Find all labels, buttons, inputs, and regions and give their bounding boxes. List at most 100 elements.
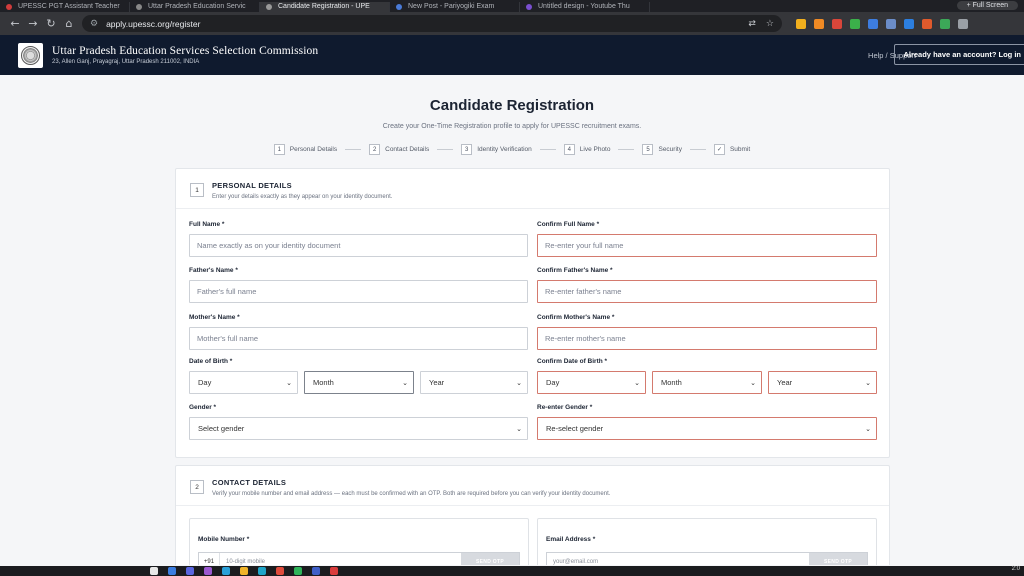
- back-arrow-icon[interactable]: ←: [6, 15, 24, 33]
- step-divider: [539, 149, 556, 150]
- browser-tab[interactable]: New Post - Pariyogiki Exam: [390, 2, 520, 12]
- dob-month-select[interactable]: Month ⌄: [304, 371, 414, 394]
- taskbar-app-icon[interactable]: [312, 567, 320, 575]
- extension-icon[interactable]: [886, 18, 896, 29]
- extension-icon[interactable]: [832, 18, 842, 29]
- login-button[interactable]: Already have an account? Log in: [894, 44, 1024, 65]
- taskbar-app-icon[interactable]: [168, 567, 176, 575]
- confirm-mother-name-field: Confirm Mother's Name * Re-enter mother'…: [537, 314, 877, 350]
- gender-label: Gender *: [189, 404, 217, 411]
- taskbar-app-icon[interactable]: [150, 567, 158, 575]
- org-name: Uttar Pradesh Education Services Selecti…: [52, 45, 319, 57]
- gender-field: Gender * Select gender ⌄: [189, 404, 528, 440]
- step-security: 5 Security: [642, 144, 682, 155]
- step-identity: 3 Identity Verification: [461, 144, 532, 155]
- mother-name-field: Mother's Name * Mother's full name: [189, 314, 528, 350]
- taskbar-app-icon[interactable]: [222, 567, 230, 575]
- chevron-down-icon: ⌄: [865, 424, 871, 433]
- browser-tab[interactable]: Untitled design - Youtube Thu: [520, 2, 650, 12]
- tab-favicon-icon: [136, 4, 142, 10]
- registration-page: Candidate Registration Create your One-T…: [0, 75, 1024, 565]
- taskbar-app-icon[interactable]: [276, 567, 284, 575]
- confirm-dob-day-select[interactable]: Day ⌄: [537, 371, 646, 394]
- step-divider: [689, 149, 706, 150]
- chevron-down-icon: ⌄: [634, 378, 640, 387]
- chevron-down-icon: ⌄: [402, 378, 408, 387]
- extension-icon[interactable]: [904, 18, 914, 29]
- dob-day-select[interactable]: Day ⌄: [189, 371, 298, 394]
- email-input[interactable]: your@email.com: [547, 559, 809, 565]
- step-submit: ✓ Submit: [713, 144, 750, 155]
- extension-icon[interactable]: [922, 18, 932, 29]
- confirm-father-name-input[interactable]: Re-enter father's name: [537, 280, 877, 303]
- confirm-full-name-label: Confirm Full Name *: [537, 221, 600, 228]
- extension-icon[interactable]: [850, 18, 860, 29]
- confirm-gender-field: Re-enter Gender * Re-select gender ⌄: [537, 404, 877, 440]
- taskbar-app-icon[interactable]: [204, 567, 212, 575]
- full-name-field: Full Name * Name exactly as on your iden…: [189, 221, 528, 257]
- chevron-down-icon: ⌄: [516, 378, 522, 387]
- browser-tab-active[interactable]: Candidate Registration - UPE: [260, 2, 390, 12]
- browser-toolbar: ← → ↻ ⌂ ⚙ apply.upessc.org/register ⇄ ☆: [0, 12, 1024, 35]
- extensions-puzzle-icon[interactable]: [958, 18, 968, 29]
- mobile-label: Mobile Number *: [198, 536, 250, 543]
- dob-field: Date of Birth * Day ⌄ Month ⌄ Year ⌄: [189, 358, 528, 394]
- os-taskbar: 2:0: [0, 566, 1024, 576]
- email-send-otp-button[interactable]: SEND OTP: [809, 553, 867, 565]
- email-box: Email Address * your@email.com SEND OTP: [537, 518, 877, 565]
- registration-stepper: 1 Personal Details 2 Contact Details 3 Iden…: [0, 144, 1024, 155]
- translate-icon[interactable]: ⇄: [748, 19, 756, 29]
- bookmark-star-icon[interactable]: ☆: [766, 19, 774, 29]
- full-name-input[interactable]: Name exactly as on your identity documen…: [189, 234, 528, 257]
- taskbar-app-icon[interactable]: [294, 567, 302, 575]
- amazon-extension-icon[interactable]: [814, 18, 824, 29]
- confirm-dob-year-select[interactable]: Year ⌄: [768, 371, 877, 394]
- home-icon[interactable]: ⌂: [60, 15, 78, 33]
- seal-icon: [21, 45, 40, 65]
- step-divider: [618, 149, 635, 150]
- address-url[interactable]: apply.upessc.org/register: [106, 19, 738, 29]
- section-number: 1: [190, 183, 204, 197]
- browser-tab[interactable]: UPESSC PGT Assistant Teacher: [0, 2, 130, 12]
- org-address: 23, Allen Ganj, Prayagraj, Uttar Pradesh…: [52, 59, 200, 65]
- confirm-full-name-input[interactable]: Re-enter your full name: [537, 234, 877, 257]
- chevron-down-icon: ⌄: [286, 378, 292, 387]
- confirm-gender-select[interactable]: Re-select gender ⌄: [537, 417, 877, 440]
- personal-details-header: 1 PERSONAL DETAILS Enter your details ex…: [176, 169, 889, 209]
- address-bar[interactable]: ⚙ apply.upessc.org/register ⇄ ☆: [82, 15, 782, 32]
- mother-name-input[interactable]: Mother's full name: [189, 327, 528, 350]
- contact-details-header: 2 CONTACT DETAILS Verify your mobile num…: [176, 466, 889, 506]
- section-title: PERSONAL DETAILS: [212, 181, 292, 190]
- email-label: Email Address *: [546, 536, 596, 543]
- confirm-dob-month-select[interactable]: Month ⌄: [652, 371, 762, 394]
- extension-icon[interactable]: [940, 18, 950, 29]
- contact-details-card: 2 CONTACT DETAILS Verify your mobile num…: [175, 465, 890, 565]
- mobile-input[interactable]: 10-digit mobile: [220, 559, 461, 565]
- brand: Uttar Pradesh Education Services Selecti…: [52, 45, 318, 65]
- tab-favicon-icon: [6, 4, 12, 10]
- father-name-input[interactable]: Father's full name: [189, 280, 528, 303]
- mother-name-label: Mother's Name *: [189, 314, 240, 321]
- taskbar-app-icon[interactable]: [186, 567, 194, 575]
- tab-favicon-icon: [526, 4, 532, 10]
- mobile-send-otp-button[interactable]: SEND OTP: [461, 553, 519, 565]
- extension-icon[interactable]: [868, 18, 878, 29]
- fullscreen-button[interactable]: + Full Screen: [956, 1, 1018, 10]
- site-header: Uttar Pradesh Education Services Selecti…: [0, 35, 1024, 75]
- extension-icon[interactable]: [796, 18, 806, 29]
- section-description: Verify your mobile number and email addr…: [212, 491, 611, 497]
- dob-year-select[interactable]: Year ⌄: [420, 371, 528, 394]
- site-info-icon[interactable]: ⚙: [90, 19, 98, 29]
- gender-select[interactable]: Select gender ⌄: [189, 417, 528, 440]
- confirm-mother-name-label: Confirm Mother's Name *: [537, 314, 615, 321]
- taskbar-app-icon[interactable]: [258, 567, 266, 575]
- tab-favicon-icon: [396, 4, 402, 10]
- confirm-mother-name-input[interactable]: Re-enter mother's name: [537, 327, 877, 350]
- page-subtitle: Create your One-Time Registration profil…: [382, 123, 642, 130]
- reload-icon[interactable]: ↻: [42, 15, 60, 33]
- tab-favicon-icon: [266, 4, 272, 10]
- browser-tab[interactable]: Uttar Pradesh Education Servic: [130, 2, 260, 12]
- taskbar-app-icon[interactable]: [330, 567, 338, 575]
- forward-arrow-icon[interactable]: →: [24, 15, 42, 33]
- taskbar-app-icon[interactable]: [240, 567, 248, 575]
